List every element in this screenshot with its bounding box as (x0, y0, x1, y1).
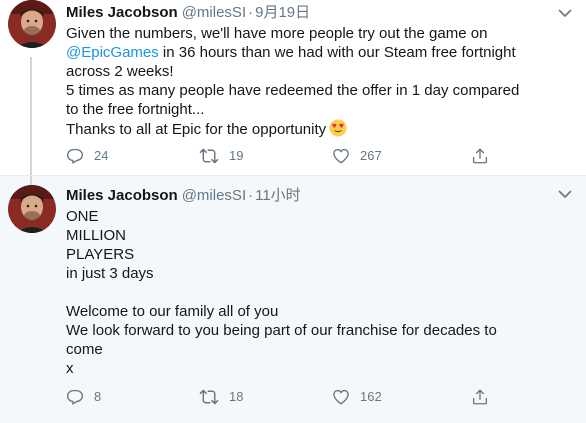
tweet-header: Miles Jacobson @milesSI · 11小时 (66, 186, 301, 206)
reply-button[interactable]: 8 (66, 387, 101, 407)
reply-count: 8 (94, 389, 102, 404)
retweet-count: 18 (229, 389, 244, 404)
tweet-text-line: across 2 weeks! (66, 63, 174, 80)
tweet-text-line: to the free fortnight... (66, 101, 205, 118)
tweet-text-line: Given the numbers, we'll have more peopl… (66, 25, 488, 42)
tweet-text-line: Welcome to our family all of you (66, 303, 279, 320)
tweet-timestamp[interactable]: 9月19日 (255, 4, 310, 21)
reply-icon (66, 148, 84, 164)
tweet-text-line: MILLION (66, 227, 127, 244)
heart-eyes-emoji-icon (329, 119, 347, 137)
tweet-text-line: 5 times as many people have redeemed the… (66, 82, 520, 99)
separator-dot: · (248, 4, 254, 21)
author-handle[interactable]: @milesSI (182, 187, 246, 204)
tweet-header: Miles Jacobson @milesSI · 9月19日 (66, 3, 310, 23)
like-button[interactable]: 162 (332, 387, 382, 407)
share-button[interactable] (471, 146, 499, 166)
tweet-reply[interactable]: Miles Jacobson @milesSI · 11小时 ONE MILLION … (0, 176, 586, 423)
tweet-text-line: in just 3 days (66, 265, 154, 282)
mention-link[interactable]: @EpicGames (66, 44, 159, 61)
tweet-text-fragment: Thanks to all at Epic for the opportunit… (66, 121, 327, 138)
like-count: 162 (360, 389, 382, 404)
chevron-down-icon[interactable] (556, 185, 574, 203)
separator-dot: · (248, 187, 254, 204)
share-icon (472, 389, 488, 405)
retweet-icon (199, 389, 219, 405)
avatar[interactable] (8, 0, 56, 48)
retweet-button[interactable]: 19 (199, 146, 243, 166)
retweet-button[interactable]: 18 (199, 387, 243, 407)
like-count: 267 (360, 148, 382, 163)
tweet-thread: Miles Jacobson @milesSI · 9月19日 Given the n… (0, 0, 586, 423)
tweet-text-line: PLAYERS (66, 246, 135, 263)
tweet-text: ONE MILLION PLAYERS in just 3 days Welco… (66, 207, 576, 378)
tweet-text: Given the numbers, we'll have more peopl… (66, 24, 576, 139)
tweet-text-line: Thanks to all at Epic for the opportunit… (66, 119, 576, 139)
tweet-actions: 24 19 267 (66, 146, 576, 166)
tweet-text-fragment: in 36 hours than we had with our Steam f… (158, 44, 516, 61)
tweet-text-line: ONE (66, 208, 99, 225)
tweet-text-line: We look forward to you being part of our… (66, 322, 497, 339)
author-handle[interactable]: @milesSI (182, 4, 246, 21)
reply-button[interactable]: 24 (66, 146, 108, 166)
heart-icon (333, 148, 349, 164)
tweet-text-line: @EpicGames in 36 hours than we had with … (66, 43, 576, 62)
tweet-timestamp[interactable]: 11小时 (255, 187, 301, 204)
tweet-text-line: x (66, 360, 74, 377)
heart-icon (333, 389, 349, 405)
tweet-text-line: come (66, 341, 103, 358)
author-name[interactable]: Miles Jacobson (66, 187, 178, 204)
tweet-actions: 8 18 162 (66, 387, 576, 407)
retweet-count: 19 (229, 148, 244, 163)
share-button[interactable] (471, 387, 499, 407)
avatar[interactable] (8, 185, 56, 233)
reply-count: 24 (94, 148, 109, 163)
tweet-original[interactable]: Miles Jacobson @milesSI · 9月19日 Given the n… (0, 0, 586, 176)
thread-connector-line (30, 176, 32, 185)
like-button[interactable]: 267 (332, 146, 382, 166)
thread-connector-line (30, 57, 32, 176)
chevron-down-icon[interactable] (556, 4, 574, 22)
author-name[interactable]: Miles Jacobson (66, 4, 178, 21)
retweet-icon (199, 148, 219, 164)
reply-icon (66, 389, 84, 405)
share-icon (472, 148, 488, 164)
